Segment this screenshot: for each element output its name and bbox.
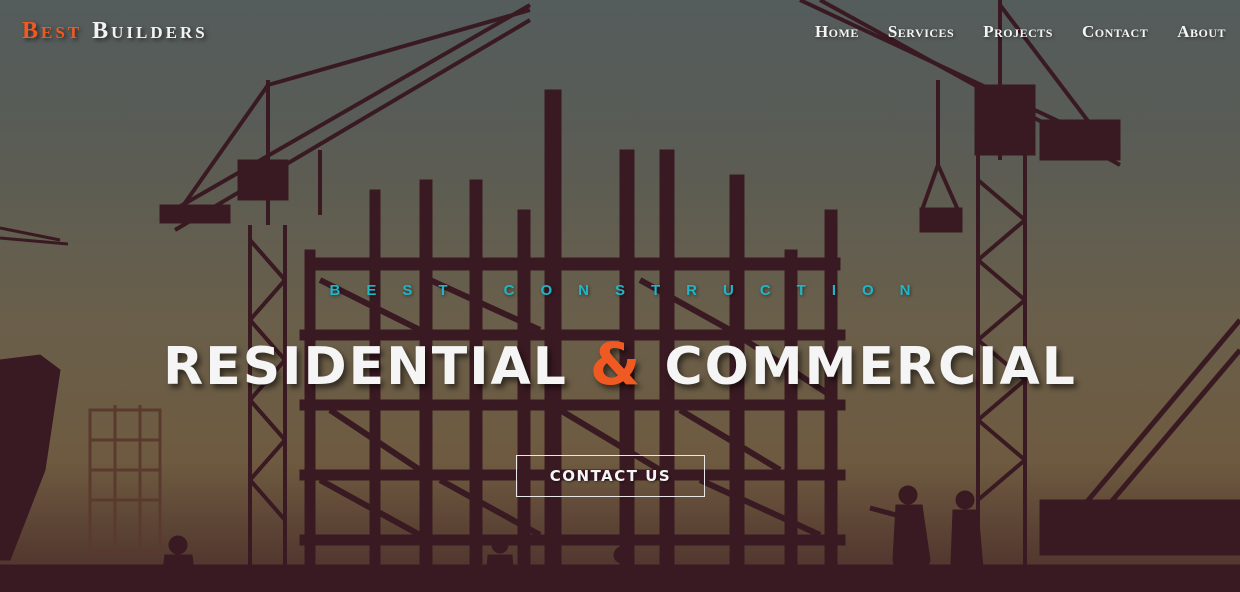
nav-item-about[interactable]: About xyxy=(1177,22,1226,42)
nav-item-contact[interactable]: Contact xyxy=(1082,22,1148,42)
hero-kicker: BEST CONSTRUCTION xyxy=(329,282,937,299)
nav-item-home[interactable]: Home xyxy=(815,22,859,42)
contact-us-button[interactable]: CONTACT US xyxy=(516,455,705,497)
site-logo[interactable]: Best Builders xyxy=(22,18,208,45)
headline-residential: RESIDENTIAL xyxy=(163,337,568,397)
headline-commercial: COMMERCIAL xyxy=(664,337,1077,397)
hero-section: Best Builders Home Services Projects Cont… xyxy=(0,0,1240,592)
nav-item-projects[interactable]: Projects xyxy=(983,22,1053,42)
brand-word-best: Best xyxy=(22,18,83,44)
hero-headline: RESIDENTIAL & COMMERCIAL xyxy=(0,330,1240,398)
main-nav: Home Services Projects Contact About xyxy=(815,22,1226,42)
brand-word-builders: Builders xyxy=(92,18,208,44)
nav-item-services[interactable]: Services xyxy=(888,22,954,42)
headline-ampersand: & xyxy=(589,330,643,398)
